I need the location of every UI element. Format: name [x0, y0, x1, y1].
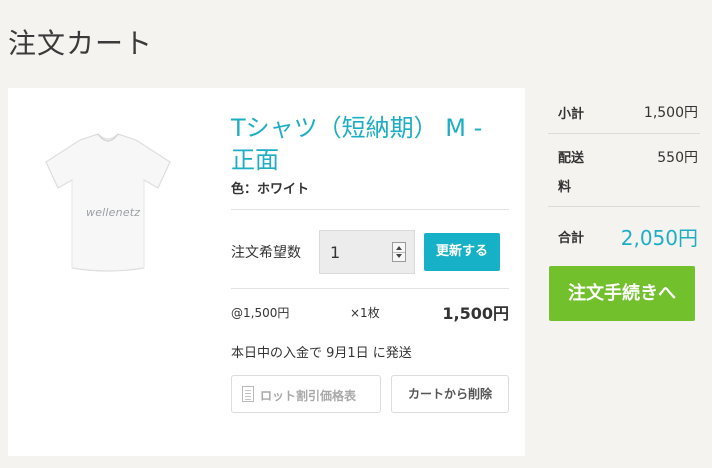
divider	[548, 133, 700, 134]
remove-from-cart-button[interactable]: カートから削除	[391, 375, 509, 413]
stepper-up-icon[interactable]	[396, 246, 402, 250]
stepper-divider	[393, 252, 405, 253]
shipping-note: 本日中の入金で 9月1日 に発送	[231, 346, 412, 361]
quantity-stepper[interactable]: 1	[319, 230, 415, 274]
update-button[interactable]: 更新する	[424, 233, 500, 271]
stepper-control[interactable]	[392, 242, 406, 262]
divider	[231, 209, 509, 210]
checkout-button[interactable]: 注文手続きへ	[549, 266, 695, 321]
subtotal-value: 1,500円	[643, 105, 698, 121]
shipping-label: 配送	[558, 151, 585, 166]
lot-discount-label: ロット割引価格表	[260, 389, 357, 403]
unit-price: @1,500円	[231, 306, 290, 320]
quantity-value[interactable]: 1	[330, 243, 340, 262]
page-title: 注文カート	[8, 27, 154, 60]
product-image[interactable]: wellenetz	[28, 118, 188, 278]
product-title-link[interactable]: Tシャツ（短納期） M - 正面	[231, 112, 511, 176]
quantity-label: 注文希望数	[231, 245, 301, 261]
total-label: 合計	[558, 231, 585, 246]
tshirt-print-logo: wellenetz	[86, 206, 141, 219]
product-color: 色：ホワイト	[231, 182, 310, 197]
document-icon	[242, 386, 254, 402]
subtotal-label: 小計	[558, 107, 585, 122]
shipping-value: 550円	[657, 150, 698, 166]
quantity-multiplier: ×1枚	[350, 306, 380, 320]
total-value: 2,050円	[620, 226, 698, 250]
tshirt-image	[45, 133, 171, 272]
divider	[548, 206, 700, 207]
lot-discount-table-button[interactable]: ロット割引価格表	[231, 375, 381, 413]
stepper-down-icon[interactable]	[396, 254, 402, 258]
line-total: 1,500円	[442, 304, 509, 323]
divider	[231, 288, 509, 289]
cart-item-card: wellenetz Tシャツ（短納期） M - 正面 色：ホワイト 注文希望数 …	[8, 88, 525, 456]
shipping-label-cont: 料	[558, 180, 572, 195]
